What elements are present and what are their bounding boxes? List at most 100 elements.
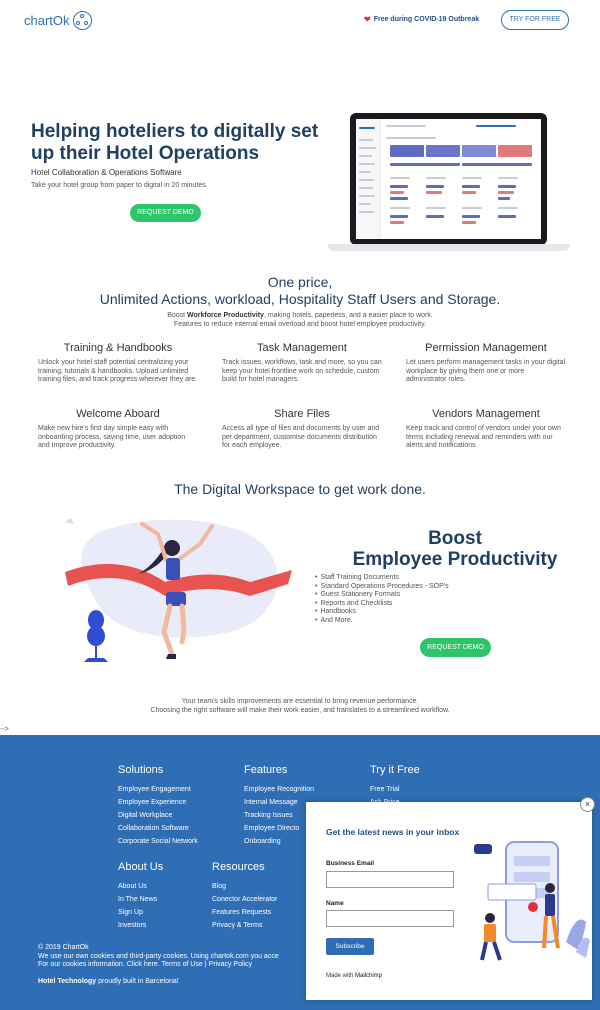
footer-resources: Resources Blog Conector Accelerator Feat… xyxy=(212,861,277,932)
feature-title: Task Management xyxy=(257,342,347,354)
pricing-para-post: , making hotels, paperless, and a easier… xyxy=(263,312,433,319)
footer-link[interactable]: Employee Directo xyxy=(244,822,314,835)
boost-request-demo-button[interactable]: REQUEST DEMO xyxy=(420,638,491,657)
pricing-para-bold: Workforce Productivity xyxy=(187,312,264,319)
made-with-mailchimp[interactable]: Made with Mailchimp xyxy=(326,973,382,979)
newsletter-popup: Get the latest news in your inbox Busine… xyxy=(306,802,592,1000)
footer-link[interactable]: Employee Experience xyxy=(118,796,198,809)
footer-link[interactable]: Digital Workplace xyxy=(118,809,198,822)
top-bar: chartOk ❤ Free during COVID-19 Outbreak … xyxy=(0,0,600,40)
built-bold: Hotel Technology xyxy=(38,978,97,985)
hero-title: Helping hoteliers to digitally set up th… xyxy=(31,121,319,164)
feature-title: Share Files xyxy=(274,408,330,420)
feature-title: Vendors Management xyxy=(432,408,540,420)
built-in-barcelona: Hotel Technology proudly built in Barcel… xyxy=(38,978,179,985)
subscribe-button[interactable]: Subscribe xyxy=(326,938,374,955)
pricing-paragraph: Boost Workforce Productivity, making hot… xyxy=(0,311,600,329)
email-label: Business Email xyxy=(326,860,375,867)
list-item: Handbooks xyxy=(315,608,449,617)
list-item: Staff Training Documents xyxy=(315,574,449,583)
arrow-text: --> xyxy=(0,726,9,733)
feature-title: Welcome Aboard xyxy=(76,408,160,420)
footer-link[interactable]: Tracking Issues xyxy=(244,809,314,822)
feature-permission-management: Permission Management Let users perform … xyxy=(406,342,566,385)
footer-link[interactable]: Employee Recognition xyxy=(244,783,314,796)
feature-vendors-management: Vendors Management Keep track and contro… xyxy=(406,408,566,451)
footer-link[interactable]: Collaboration Software xyxy=(118,822,198,835)
footer-link[interactable]: Blog xyxy=(212,880,277,893)
footer-link[interactable]: Features Requests xyxy=(212,906,277,919)
footer-link[interactable]: Sign Up xyxy=(118,906,163,919)
close-icon[interactable]: × xyxy=(580,797,595,812)
mockup-sidebar xyxy=(356,119,381,239)
feature-text: Let users perform management tasks in yo… xyxy=(406,359,566,383)
list-item: Guest Stationery Formats xyxy=(315,591,449,600)
feature-text: Unlock your hotel staff potential centra… xyxy=(38,359,198,383)
laptop-base xyxy=(328,244,570,251)
pricing-heading: One price, Unlimited Actions, workload, … xyxy=(0,274,600,308)
laptop-screen xyxy=(350,113,547,245)
dashboard-mockup xyxy=(356,119,541,239)
runner-finish-line-illustration xyxy=(65,518,292,662)
feature-text: Keep track and control of vendors under … xyxy=(406,425,561,449)
pricing-para-pre: Boost xyxy=(167,312,188,319)
feature-text: Track issues, workflows, task and more, … xyxy=(222,359,382,383)
hero-description: Take your hotel group from paper to digi… xyxy=(31,182,208,189)
mailchimp-brand: Mailchimp xyxy=(355,973,383,979)
name-input[interactable] xyxy=(326,910,454,927)
footer-heading: Solutions xyxy=(118,764,164,776)
footer-link[interactable]: In The News xyxy=(118,893,163,906)
laptop-dashboard-illustration xyxy=(328,113,570,255)
footer-heading: About Us xyxy=(118,861,164,873)
workspace-title: The Digital Workspace to get work done. xyxy=(174,481,426,497)
feature-training: Training & Handbooks Unlock your hotel s… xyxy=(38,342,198,385)
footer-link[interactable]: Corporate Social Network xyxy=(118,835,198,848)
built-rest: proudly built in Barcelona! xyxy=(96,978,179,985)
cookies-text-2[interactable]: For our cookies information. Click here.… xyxy=(38,961,338,970)
list-item: And More. xyxy=(315,617,449,626)
feature-text: Access all type of files and documents b… xyxy=(222,425,380,449)
covid-notice[interactable]: ❤ Free during COVID-19 Outbreak xyxy=(364,15,479,24)
cookies-text-1: We use our own cookies and third-party c… xyxy=(38,952,279,960)
feature-text: Make new hire's first day simple easy wi… xyxy=(38,425,186,449)
footer-link[interactable]: Employee Engagement xyxy=(118,783,198,796)
feature-title: Training & Handbooks xyxy=(63,342,173,354)
copyright-notice: © 2019 ChartOk We use our own cookies an… xyxy=(38,944,338,970)
footer-about: About Us About Us In The News Sign Up In… xyxy=(118,861,163,932)
feature-welcome-aboard: Welcome Aboard Make new hire's first day… xyxy=(38,408,198,451)
footer-link[interactable]: Onboarding xyxy=(244,835,314,848)
business-email-input[interactable] xyxy=(326,871,454,888)
footer-link[interactable]: Privacy & Terms xyxy=(212,919,277,932)
pricing-heading-line1: One price, xyxy=(267,274,333,290)
boost-heading-line2: Employee Productivity xyxy=(352,549,558,570)
covid-text: Free during COVID-19 Outbreak xyxy=(373,16,480,23)
hero-request-demo-button[interactable]: REQUEST DEMO xyxy=(130,204,201,222)
footer-solutions: Solutions Employee Engagement Employee E… xyxy=(118,764,198,848)
try-for-free-button[interactable]: TRY FOR FREE xyxy=(501,10,569,30)
name-label: Name xyxy=(326,900,344,907)
skills-paragraph: Your team's skills improvements are esse… xyxy=(0,697,600,715)
footer-link[interactable]: Investors xyxy=(118,919,163,932)
footer-heading: Features xyxy=(244,764,288,776)
boost-list: Staff Training Documents Standard Operat… xyxy=(315,574,449,626)
footer-link[interactable]: Conector Accelerator xyxy=(212,893,277,906)
made-with-text: Made with xyxy=(326,973,356,979)
popup-title: Get the latest news in your inbox xyxy=(326,827,460,837)
footer-heading: Resources xyxy=(212,861,265,873)
skills-line1: Your team's skills improvements are esse… xyxy=(181,698,419,705)
footer-link[interactable]: About Us xyxy=(118,880,163,893)
footer-link[interactable]: Internal Message xyxy=(244,796,314,809)
copyright-text: © 2019 ChartOk xyxy=(38,944,89,951)
boost-heading: Boost Employee Productivity xyxy=(300,528,600,570)
logo-text: chartOk xyxy=(24,13,70,28)
pricing-heading-line2: Unlimited Actions, workload, Hospitality… xyxy=(99,291,501,307)
footer-features: Features Employee Recognition Internal M… xyxy=(244,764,314,848)
chartok-logo[interactable]: chartOk xyxy=(24,11,92,30)
footer-heading: Try it Free xyxy=(370,764,420,776)
feature-title: Permission Management xyxy=(425,342,547,354)
skills-line2: Choosing the right software will make th… xyxy=(150,707,450,714)
footer-link[interactable]: Free Trial xyxy=(370,783,420,796)
boost-heading-line1: Boost xyxy=(428,528,482,549)
feature-share-files: Share Files Access all type of files and… xyxy=(222,408,382,451)
pricing-para-line2: Features to reduce internal email overlo… xyxy=(173,321,426,328)
